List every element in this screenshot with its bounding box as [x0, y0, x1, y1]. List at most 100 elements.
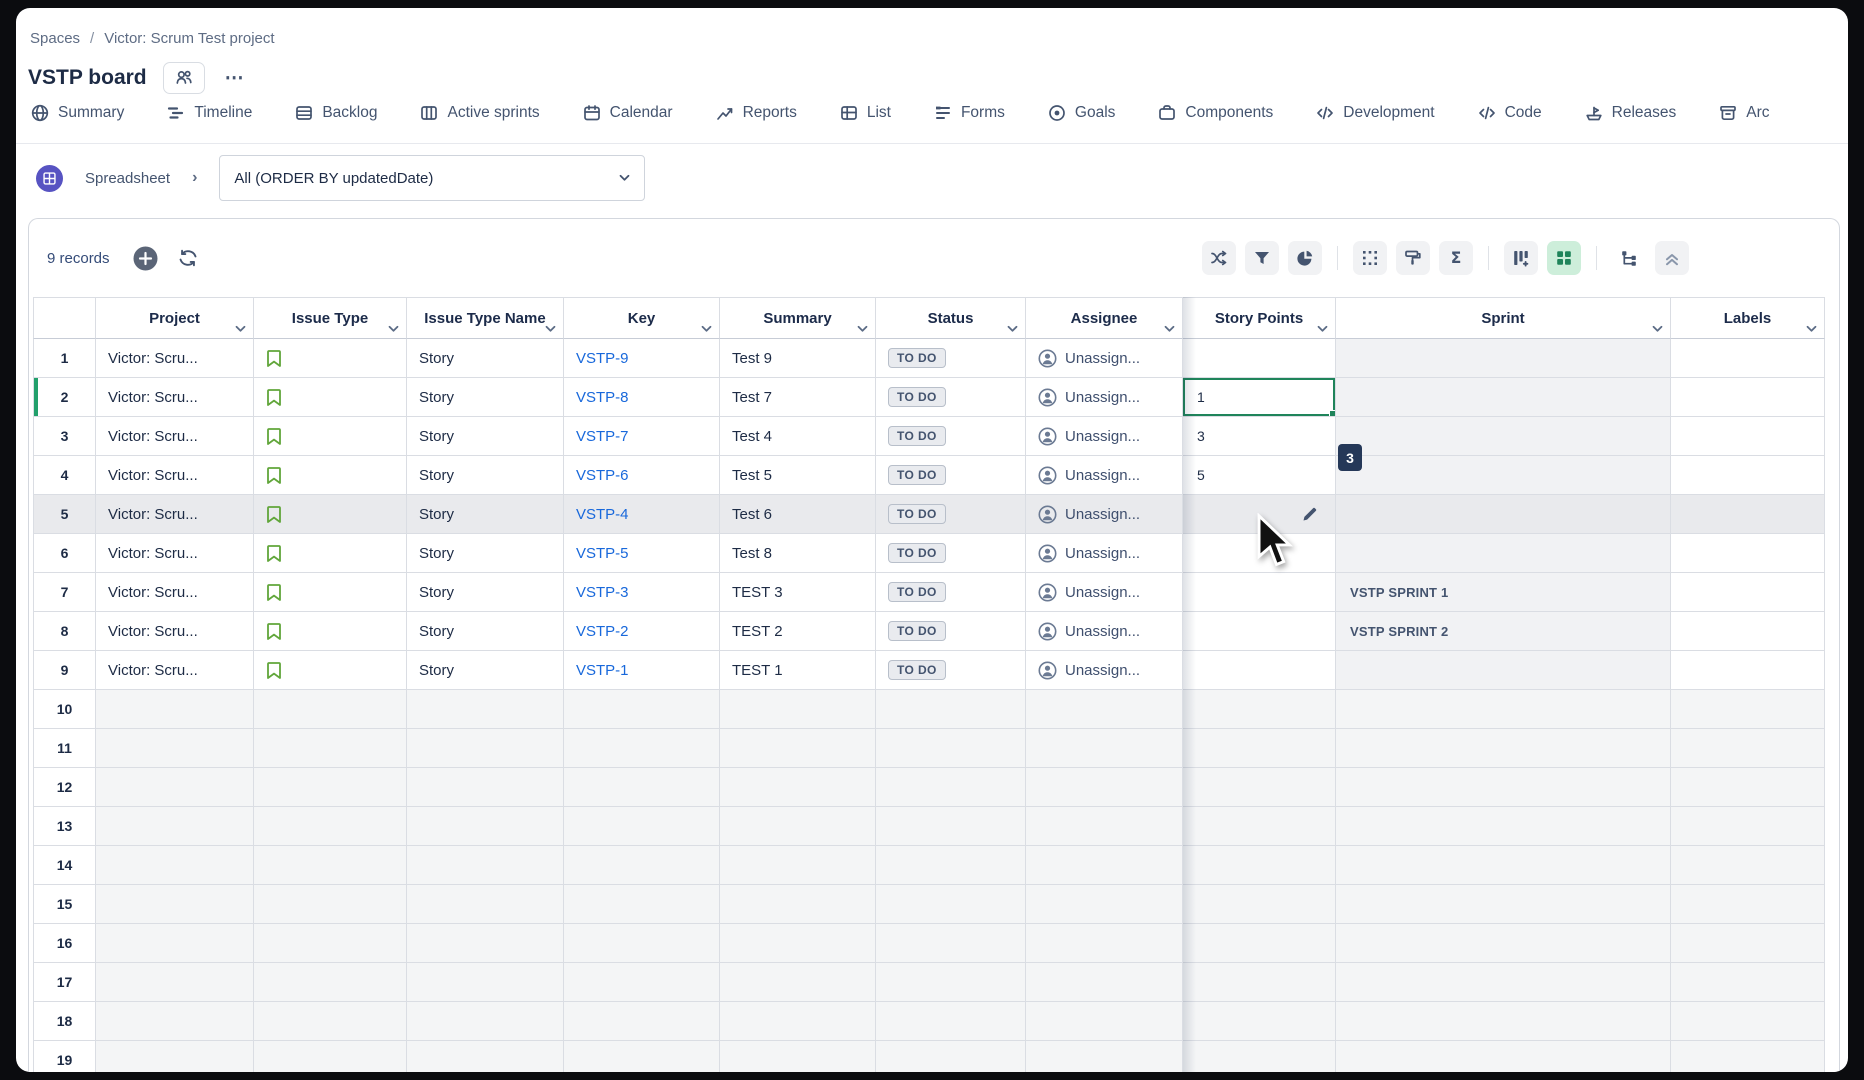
assignee-empty-cell[interactable] [1026, 846, 1183, 885]
key-empty-cell[interactable] [564, 885, 720, 924]
issue_type-empty-cell[interactable] [254, 1041, 407, 1072]
assignee-cell[interactable]: Unassign... [1026, 378, 1183, 417]
nav-tab-active-sprints[interactable]: Active sprints [419, 103, 539, 123]
key-empty-cell[interactable] [564, 768, 720, 807]
chevron-down-icon[interactable] [388, 325, 399, 333]
labels-empty-cell[interactable] [1671, 1002, 1825, 1041]
chevron-down-icon[interactable] [701, 325, 712, 333]
story-points-cell[interactable] [1183, 339, 1336, 378]
labels-empty-cell[interactable] [1671, 807, 1825, 846]
issue_type_name-empty-cell[interactable] [407, 768, 564, 807]
issue-type-cell[interactable] [254, 495, 407, 534]
issue-type-cell[interactable] [254, 456, 407, 495]
status-cell[interactable]: TO DO [876, 417, 1026, 456]
status-empty-cell[interactable] [876, 690, 1026, 729]
shuffle-toolbar-button[interactable] [1202, 241, 1236, 275]
row-number-cell[interactable]: 14 [33, 846, 96, 885]
summary-empty-cell[interactable] [720, 768, 876, 807]
status-cell[interactable]: TO DO [876, 495, 1026, 534]
summary-cell[interactable]: TEST 3 [720, 573, 876, 612]
breadcrumb-project[interactable]: Victor: Scrum Test project [104, 30, 274, 47]
issue_type-empty-cell[interactable] [254, 729, 407, 768]
row-number-cell[interactable]: 16 [33, 924, 96, 963]
status-cell[interactable]: TO DO [876, 573, 1026, 612]
story_points-empty-cell[interactable] [1183, 963, 1336, 1002]
status-empty-cell[interactable] [876, 885, 1026, 924]
key-empty-cell[interactable] [564, 807, 720, 846]
status-cell[interactable]: TO DO [876, 651, 1026, 690]
issue-type-name-cell[interactable]: Story [407, 378, 564, 417]
status-empty-cell[interactable] [876, 963, 1026, 1002]
edit-pencil-icon[interactable] [1301, 505, 1319, 523]
column-header-issue_type[interactable]: Issue Type [254, 297, 407, 339]
grid-toolbar-button-active[interactable] [1547, 241, 1581, 275]
project-cell[interactable]: Victor: Scru... [96, 534, 254, 573]
project-cell[interactable]: Victor: Scru... [96, 339, 254, 378]
issue_type_name-empty-cell[interactable] [407, 690, 564, 729]
row-number-cell[interactable]: 11 [33, 729, 96, 768]
status-empty-cell[interactable] [876, 729, 1026, 768]
sprint-empty-cell[interactable] [1336, 807, 1671, 846]
story_points-empty-cell[interactable] [1183, 885, 1336, 924]
labels-empty-cell[interactable] [1671, 690, 1825, 729]
issue-key-link[interactable]: VSTP-2 [576, 623, 629, 640]
assignee-cell[interactable]: Unassign... [1026, 417, 1183, 456]
summary-cell[interactable]: Test 6 [720, 495, 876, 534]
key-empty-cell[interactable] [564, 1002, 720, 1041]
project-cell[interactable]: Victor: Scru... [96, 573, 254, 612]
chevron-down-icon[interactable] [1007, 325, 1018, 333]
issue_type-empty-cell[interactable] [254, 885, 407, 924]
chevron-down-icon[interactable] [235, 325, 246, 333]
project-cell[interactable]: Victor: Scru... [96, 456, 254, 495]
row-number-cell[interactable]: 7 [33, 573, 96, 612]
issue-key-link[interactable]: VSTP-1 [576, 662, 629, 679]
row-number-cell[interactable]: 5 [33, 495, 96, 534]
select-cells-toolbar-button[interactable] [1353, 241, 1387, 275]
row-number-header[interactable] [33, 297, 96, 339]
project-empty-cell[interactable] [96, 1041, 254, 1072]
column-header-key[interactable]: Key [564, 297, 720, 339]
issue_type-empty-cell[interactable] [254, 924, 407, 963]
issue-key-link[interactable]: VSTP-7 [576, 428, 629, 445]
status-empty-cell[interactable] [876, 1041, 1026, 1072]
project-cell[interactable]: Victor: Scru... [96, 417, 254, 456]
summary-cell[interactable]: TEST 2 [720, 612, 876, 651]
issue_type_name-empty-cell[interactable] [407, 1002, 564, 1041]
issue_type_name-empty-cell[interactable] [407, 924, 564, 963]
assignee-cell[interactable]: Unassign... [1026, 456, 1183, 495]
status-empty-cell[interactable] [876, 768, 1026, 807]
sprint-empty-cell[interactable] [1336, 885, 1671, 924]
project-empty-cell[interactable] [96, 846, 254, 885]
column-header-assignee[interactable]: Assignee [1026, 297, 1183, 339]
status-cell[interactable]: TO DO [876, 612, 1026, 651]
issue-key-cell[interactable]: VSTP-6 [564, 456, 720, 495]
sprint-cell[interactable] [1336, 339, 1671, 378]
story-points-cell[interactable]: 5 [1183, 456, 1336, 495]
issue-type-name-cell[interactable]: Story [407, 495, 564, 534]
issue-type-cell[interactable] [254, 573, 407, 612]
assignee-empty-cell[interactable] [1026, 885, 1183, 924]
nav-tab-goals[interactable]: Goals [1047, 103, 1116, 123]
column-header-project[interactable]: Project [96, 297, 254, 339]
nav-tab-summary[interactable]: Summary [30, 103, 124, 123]
story_points-empty-cell[interactable] [1183, 1002, 1336, 1041]
labels-empty-cell[interactable] [1671, 1041, 1825, 1072]
issue_type-empty-cell[interactable] [254, 807, 407, 846]
story_points-empty-cell[interactable] [1183, 846, 1336, 885]
sprint-empty-cell[interactable] [1336, 924, 1671, 963]
nav-tab-components[interactable]: Components [1157, 103, 1273, 123]
key-empty-cell[interactable] [564, 1041, 720, 1072]
issue-type-cell[interactable] [254, 339, 407, 378]
assignee-empty-cell[interactable] [1026, 807, 1183, 846]
labels-empty-cell[interactable] [1671, 924, 1825, 963]
labels-empty-cell[interactable] [1671, 846, 1825, 885]
assignee-cell[interactable]: Unassign... [1026, 651, 1183, 690]
summary-empty-cell[interactable] [720, 963, 876, 1002]
spreadsheet-label[interactable]: Spreadsheet [85, 170, 170, 187]
issue-key-cell[interactable]: VSTP-8 [564, 378, 720, 417]
assignee-empty-cell[interactable] [1026, 690, 1183, 729]
nav-tab-list[interactable]: List [839, 103, 891, 123]
summary-cell[interactable]: Test 5 [720, 456, 876, 495]
summary-empty-cell[interactable] [720, 1002, 876, 1041]
nav-tab-arc[interactable]: Arc [1718, 103, 1769, 123]
